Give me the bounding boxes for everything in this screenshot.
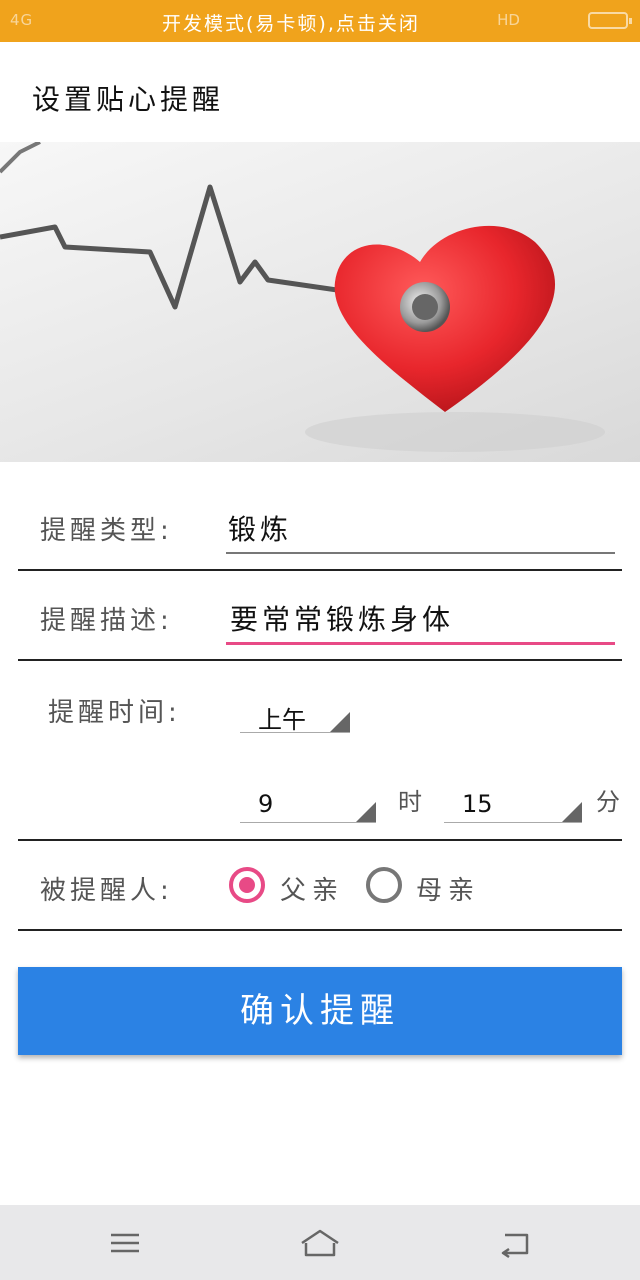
signal-indicator: 4G bbox=[10, 11, 34, 29]
period-value: 上午 bbox=[258, 706, 306, 734]
hd-indicator: HD bbox=[497, 11, 520, 29]
title-bar: 设置贴心提醒 bbox=[0, 42, 640, 142]
hour-spinner[interactable]: 9 bbox=[240, 790, 376, 823]
battery-icon bbox=[588, 12, 632, 29]
page-title: 设置贴心提醒 bbox=[32, 83, 225, 116]
hour-value: 9 bbox=[258, 790, 274, 818]
minute-unit-label: 分 bbox=[596, 788, 620, 816]
status-bar: 4G 开发模式(易卡顿),点击关闭 HD bbox=[0, 0, 640, 42]
reminder-type-underline bbox=[226, 552, 615, 554]
dropdown-arrow-icon bbox=[330, 712, 350, 732]
back-icon[interactable] bbox=[495, 1223, 535, 1263]
reminder-description-input[interactable]: 要常常锻炼身体 bbox=[230, 598, 454, 638]
minute-spinner[interactable]: 15 bbox=[444, 790, 582, 823]
menu-icon[interactable] bbox=[105, 1223, 145, 1263]
period-spinner[interactable]: 上午 bbox=[240, 702, 350, 734]
dropdown-arrow-icon bbox=[356, 802, 376, 822]
home-icon[interactable] bbox=[298, 1223, 342, 1263]
radio-father-label[interactable]: 父亲 bbox=[280, 870, 344, 907]
reminder-type-label: 提醒类型: bbox=[40, 516, 173, 546]
dev-mode-notice[interactable]: 开发模式(易卡顿),点击关闭 bbox=[162, 9, 420, 36]
hour-unit-label: 时 bbox=[398, 788, 422, 816]
radio-mother[interactable] bbox=[366, 867, 402, 903]
reminder-description-label: 提醒描述: bbox=[40, 606, 173, 636]
divider bbox=[18, 659, 622, 661]
radio-father[interactable] bbox=[229, 867, 265, 903]
minute-value: 15 bbox=[462, 790, 493, 818]
radio-mother-label[interactable]: 母亲 bbox=[416, 870, 480, 907]
divider bbox=[18, 839, 622, 841]
banner-image bbox=[0, 142, 640, 462]
navigation-bar bbox=[0, 1205, 640, 1280]
reminder-description-underline bbox=[226, 642, 615, 645]
recipient-label: 被提醒人: bbox=[40, 876, 173, 906]
heart-stethoscope-icon bbox=[0, 142, 605, 452]
reminder-type-input[interactable]: 锻炼 bbox=[228, 508, 292, 548]
divider bbox=[18, 569, 622, 571]
dropdown-arrow-icon bbox=[562, 802, 582, 822]
confirm-reminder-button[interactable]: 确认提醒 bbox=[18, 967, 622, 1055]
divider bbox=[18, 929, 622, 931]
reminder-time-label: 提醒时间: bbox=[48, 698, 181, 728]
